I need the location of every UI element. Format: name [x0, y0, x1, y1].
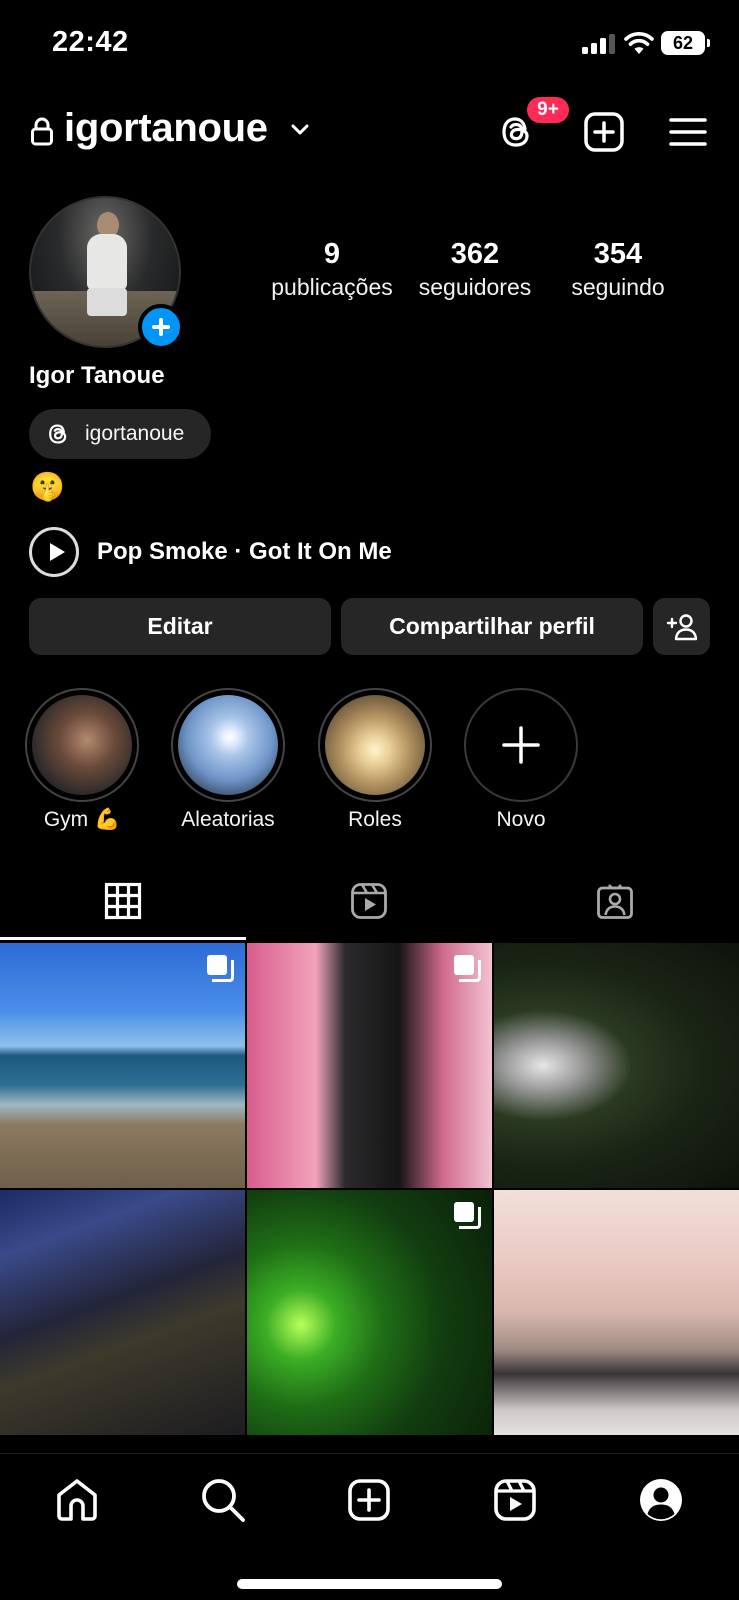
share-profile-button[interactable]: Compartilhar perfil: [341, 598, 643, 655]
highlight-ring: [171, 688, 285, 802]
tab-reels[interactable]: [246, 870, 492, 940]
stat-followers[interactable]: 362 seguidores: [406, 236, 544, 302]
multiple-photos-icon: [207, 955, 234, 982]
reels-icon: [494, 1479, 536, 1521]
lock-icon: [31, 117, 53, 146]
highlight-cover-gym: [32, 695, 132, 795]
stat-following[interactable]: 354 seguindo: [556, 236, 680, 302]
highlight-ring: [318, 688, 432, 802]
battery-level: 62: [672, 33, 694, 53]
plus-icon: [502, 726, 540, 764]
threads-handle: igortanoue: [85, 422, 185, 445]
create-icon: [348, 1479, 390, 1521]
multiple-photos-icon: [454, 1202, 481, 1229]
chevron-down-icon[interactable]: [288, 118, 312, 142]
post-thumbnail[interactable]: [247, 943, 492, 1188]
grid-icon: [104, 882, 142, 920]
status-time: 22:42: [52, 26, 129, 58]
home-icon: [57, 1479, 97, 1521]
music-play-button[interactable]: [29, 527, 79, 577]
profile-icon: [640, 1479, 682, 1521]
account-username[interactable]: igortanoue: [64, 106, 268, 151]
highlight-new-ring: [464, 688, 578, 802]
bio-emoji: 🤫: [30, 471, 65, 502]
highlight-label: Roles: [348, 808, 402, 831]
highlight-cover-roles: [325, 695, 425, 795]
highlight-ring: [25, 688, 139, 802]
multiple-photos-icon: [454, 955, 481, 982]
threads-profile-link[interactable]: igortanoue: [29, 409, 211, 459]
highlight-aleatorias[interactable]: Aleatorias: [171, 688, 285, 832]
post-thumbnail[interactable]: [0, 943, 245, 1188]
tab-tagged[interactable]: [492, 870, 738, 940]
nav-reels[interactable]: [491, 1476, 539, 1524]
profile-header: igortanoue 9+: [0, 94, 739, 162]
nav-search[interactable]: [199, 1476, 247, 1524]
search-icon: [202, 1479, 245, 1522]
stat-followers-value: 362: [450, 238, 500, 270]
reels-icon: [351, 883, 387, 919]
avatar-photo-shirt: [87, 234, 127, 290]
battery-icon: 62: [661, 31, 710, 55]
discover-people-button[interactable]: [653, 598, 710, 655]
highlight-new[interactable]: Novo: [464, 688, 578, 832]
post-thumbnail[interactable]: [0, 1190, 245, 1435]
add-story-button[interactable]: [138, 304, 184, 350]
stat-posts-label: publicações: [271, 274, 393, 300]
highlight-label: Novo: [496, 808, 546, 831]
stat-following-label: seguindo: [571, 274, 665, 300]
profile-tabs: [0, 870, 739, 940]
post-thumbnail[interactable]: [494, 1190, 739, 1435]
post-thumbnail[interactable]: [247, 1190, 492, 1435]
add-person-icon: [666, 614, 697, 641]
stat-followers-label: seguidores: [418, 274, 532, 300]
status-bar: 22:42 62: [0, 0, 739, 90]
nav-create[interactable]: [345, 1476, 393, 1524]
stat-following-value: 354: [593, 238, 643, 270]
highlight-gym[interactable]: Gym 💪: [25, 688, 139, 832]
home-indicator: [237, 1579, 502, 1589]
edit-profile-button[interactable]: Editar: [29, 598, 331, 655]
tab-grid[interactable]: [0, 870, 246, 940]
highlight-roles[interactable]: Roles: [318, 688, 432, 832]
post-grid: [0, 943, 739, 1453]
nav-profile[interactable]: [637, 1476, 685, 1524]
highlight-label: Aleatorias: [181, 808, 275, 831]
highlight-label: Gym 💪: [43, 808, 121, 831]
threads-notification-badge: 9+: [524, 94, 572, 126]
active-tab-indicator: [0, 937, 246, 940]
profile-music[interactable]: Pop Smoke · Got It On Me: [97, 538, 392, 566]
wifi-icon: [624, 32, 654, 54]
cellular-signal-icon: [582, 34, 615, 54]
post-thumbnail[interactable]: [494, 943, 739, 1188]
bottom-navigation: [0, 1453, 739, 1600]
profile-full-name: Igor Tanoue: [29, 362, 165, 389]
threads-icon: [49, 424, 67, 444]
stat-posts-value: 9: [323, 238, 341, 270]
highlight-cover-aleatorias: [178, 695, 278, 795]
menu-icon[interactable]: [668, 112, 708, 152]
create-post-icon[interactable]: [583, 111, 625, 153]
avatar-photo-shorts: [87, 288, 127, 316]
stat-posts[interactable]: 9 publicações: [264, 236, 400, 302]
nav-home[interactable]: [53, 1476, 101, 1524]
tagged-icon: [597, 884, 633, 919]
